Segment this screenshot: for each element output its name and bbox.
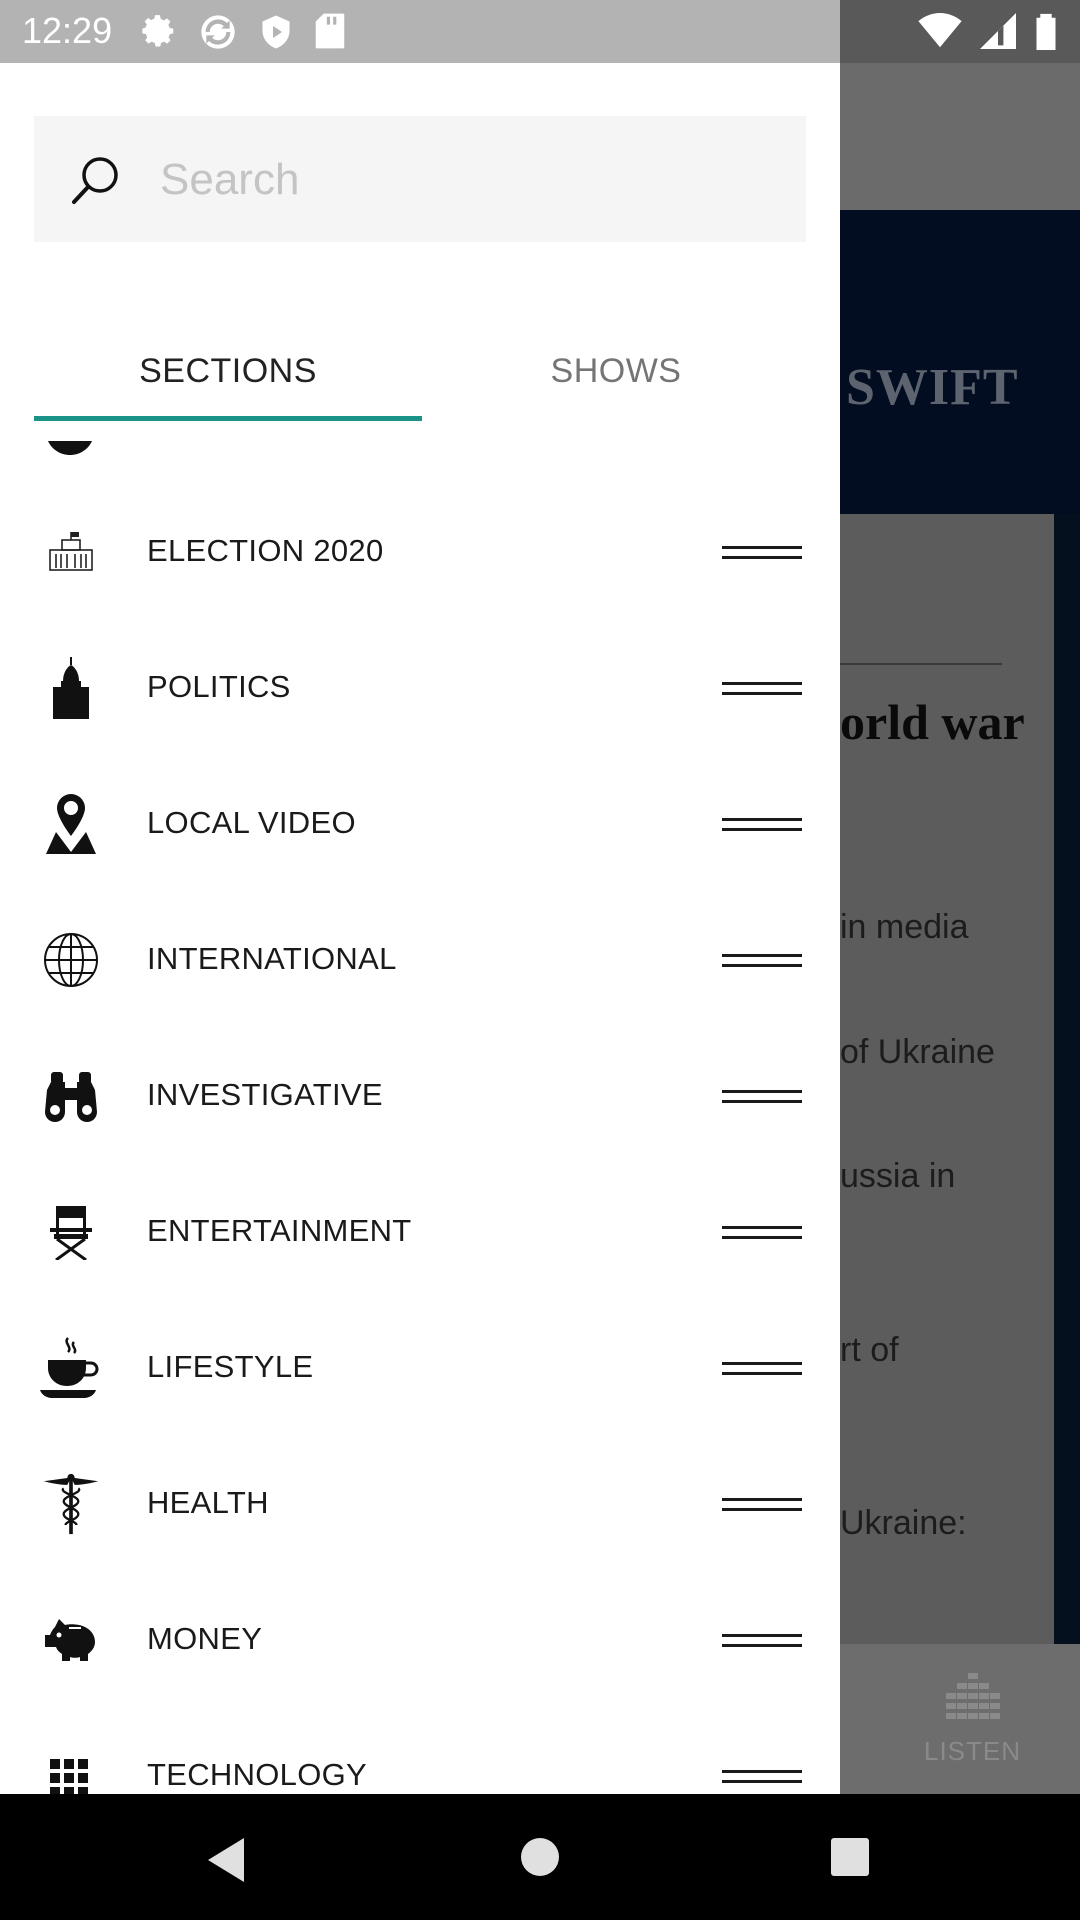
background-headline: orld war xyxy=(840,694,1025,750)
section-label: INTERNATIONAL xyxy=(147,941,397,976)
section-row-entertainment[interactable]: ENTERTAINMENT xyxy=(0,1167,840,1303)
background-app[interactable]: SWIFT orld war in media of Ukraine ussia… xyxy=(840,63,1080,1794)
binoculars-icon xyxy=(45,1072,97,1122)
background-article-area xyxy=(840,514,1054,1644)
background-listen-tab[interactable]: LISTEN xyxy=(924,1736,1021,1767)
background-text-line: rt of xyxy=(840,1331,899,1369)
gear-icon xyxy=(142,15,174,47)
status-bar: 12:29 xyxy=(0,0,1080,63)
system-navigation-bar xyxy=(0,1794,1080,1920)
section-row-technology[interactable]: TECHNOLOGY xyxy=(0,1711,840,1794)
section-row-money[interactable]: MONEY xyxy=(0,1575,840,1711)
drag-handle-icon[interactable] xyxy=(722,816,802,836)
section-label: HEALTH xyxy=(147,1485,269,1520)
partial-section-icon xyxy=(48,441,92,455)
status-time: 12:29 xyxy=(22,10,113,51)
wifi-icon xyxy=(918,13,962,48)
section-label: INVESTIGATIVE xyxy=(147,1077,383,1112)
directors-chair-icon xyxy=(50,1206,92,1260)
section-row-health[interactable]: HEALTH xyxy=(0,1439,840,1575)
background-divider xyxy=(840,663,1002,665)
tab-sections[interactable]: SECTIONS xyxy=(34,323,422,419)
section-row-election-2020[interactable]: ELECTION 2020 xyxy=(0,487,840,623)
section-row-politics[interactable]: POLITICS xyxy=(0,623,840,759)
drag-handle-icon[interactable] xyxy=(722,1360,802,1380)
section-row-international[interactable]: INTERNATIONAL xyxy=(0,895,840,1031)
globe-icon xyxy=(44,933,98,987)
search-input[interactable] xyxy=(158,146,782,214)
dome-icon xyxy=(53,657,89,719)
drag-handle-icon[interactable] xyxy=(722,1496,802,1516)
sd-card-icon xyxy=(315,13,345,49)
tab-bar: SECTIONS SHOWS xyxy=(34,323,806,423)
section-label: ELECTION 2020 xyxy=(147,533,384,568)
equalizer-icon xyxy=(946,1673,1000,1719)
section-label: ENTERTAINMENT xyxy=(147,1213,412,1248)
background-toolbar xyxy=(840,63,1080,210)
section-label: LOCAL VIDEO xyxy=(147,805,356,840)
coffee-cup-icon xyxy=(40,1337,99,1398)
background-strip xyxy=(1054,514,1080,1644)
background-text-line: Ukraine: xyxy=(840,1504,967,1542)
section-label: LIFESTYLE xyxy=(147,1349,314,1384)
caduceus-icon xyxy=(43,1473,99,1535)
search-box[interactable] xyxy=(34,116,806,242)
section-row-lifestyle[interactable]: LIFESTYLE xyxy=(0,1303,840,1439)
home-icon[interactable] xyxy=(521,1838,559,1876)
grid-icon xyxy=(50,1759,88,1794)
status-bar-drawer-area xyxy=(0,0,840,63)
drag-handle-icon[interactable] xyxy=(722,1088,802,1108)
piggy-bank-icon xyxy=(45,1619,95,1661)
search-icon xyxy=(72,157,118,204)
tab-shows[interactable]: SHOWS xyxy=(422,323,810,419)
drag-handle-icon[interactable] xyxy=(722,1224,802,1244)
navigation-drawer: SECTIONS SHOWS ELECTION 2020 xyxy=(0,63,840,1794)
section-row-local-video[interactable]: LOCAL VIDEO xyxy=(0,759,840,895)
section-label: POLITICS xyxy=(147,669,291,704)
section-row-investigative[interactable]: INVESTIGATIVE xyxy=(0,1031,840,1167)
map-pin-icon xyxy=(46,794,96,854)
section-label: TECHNOLOGY xyxy=(147,1757,368,1792)
section-label: MONEY xyxy=(147,1621,263,1656)
cell-signal-icon xyxy=(980,13,1016,49)
sync-icon xyxy=(201,15,235,49)
capitol-building-icon xyxy=(49,532,93,571)
drag-handle-icon[interactable] xyxy=(722,680,802,700)
drag-handle-icon[interactable] xyxy=(722,1768,802,1788)
battery-icon xyxy=(1036,13,1056,50)
recents-icon[interactable] xyxy=(831,1838,869,1876)
back-icon[interactable] xyxy=(206,1838,246,1882)
tab-indicator xyxy=(34,416,422,421)
background-text-line: in media xyxy=(840,908,969,946)
background-text-line: of Ukraine xyxy=(840,1033,995,1071)
drag-handle-icon[interactable] xyxy=(722,952,802,972)
drag-handle-icon[interactable] xyxy=(722,1632,802,1652)
background-text-line: ussia in xyxy=(840,1157,956,1195)
drag-handle-icon[interactable] xyxy=(722,544,802,564)
background-banner-text: SWIFT xyxy=(846,359,1019,416)
play-shield-icon xyxy=(262,15,290,49)
